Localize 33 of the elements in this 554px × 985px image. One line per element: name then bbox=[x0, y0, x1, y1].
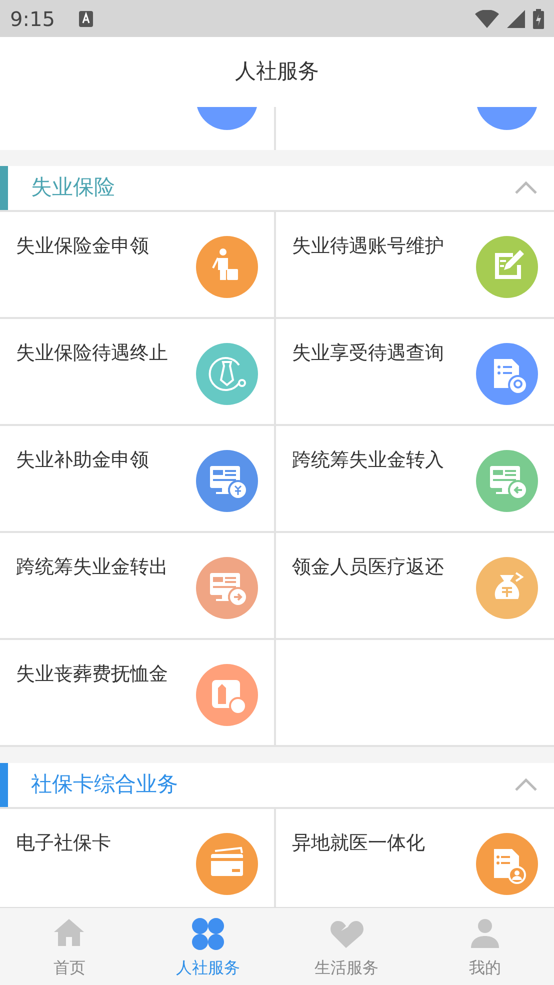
service-icon[interactable] bbox=[196, 664, 258, 726]
service-icon[interactable] bbox=[196, 450, 258, 512]
battery-icon bbox=[533, 8, 544, 28]
service-name[interactable]: 失业待遇账号维护 bbox=[292, 234, 444, 317]
service-name[interactable]: 跨统筹失业金转入 bbox=[292, 448, 444, 531]
service-name[interactable]: 异地就医一体化 bbox=[292, 831, 425, 907]
section-title: 社保卡综合业务 bbox=[31, 771, 178, 798]
service-name[interactable]: 失业补助金申领 bbox=[16, 448, 149, 531]
clover-icon bbox=[190, 916, 226, 952]
service-icon[interactable] bbox=[476, 236, 538, 298]
service-icon[interactable] bbox=[476, 833, 538, 895]
collapse-icon[interactable] bbox=[514, 180, 538, 196]
service-name[interactable]: 领金人员医疗返还 bbox=[292, 555, 444, 638]
section-title: 失业保险 bbox=[31, 174, 115, 202]
service-icon[interactable] bbox=[476, 343, 538, 405]
service-name[interactable]: 失业保险金申领 bbox=[16, 234, 149, 317]
keyboard-icon bbox=[78, 10, 93, 26]
service-name[interactable]: 失业丧葬费抚恤金 bbox=[16, 662, 168, 745]
service-icon[interactable] bbox=[196, 557, 258, 619]
service-icon[interactable] bbox=[476, 450, 538, 512]
status-time: 9:15 bbox=[10, 6, 55, 32]
service-icon[interactable] bbox=[196, 343, 258, 405]
service-name[interactable]: 失业享受待遇查询 bbox=[292, 341, 444, 424]
service-name[interactable]: 电子社保卡 bbox=[16, 831, 111, 907]
service-name[interactable]: 失业保险待遇终止 bbox=[16, 341, 168, 424]
service-icon[interactable] bbox=[196, 236, 258, 298]
service-icon[interactable] bbox=[196, 833, 258, 895]
service-name[interactable]: 跨统筹失业金转出 bbox=[16, 555, 168, 638]
service-icon[interactable] bbox=[476, 557, 538, 619]
collapse-icon[interactable] bbox=[514, 777, 538, 793]
page-title: 人社服务 bbox=[235, 58, 319, 86]
signal-icon bbox=[507, 10, 525, 28]
wifi-icon bbox=[475, 10, 499, 28]
